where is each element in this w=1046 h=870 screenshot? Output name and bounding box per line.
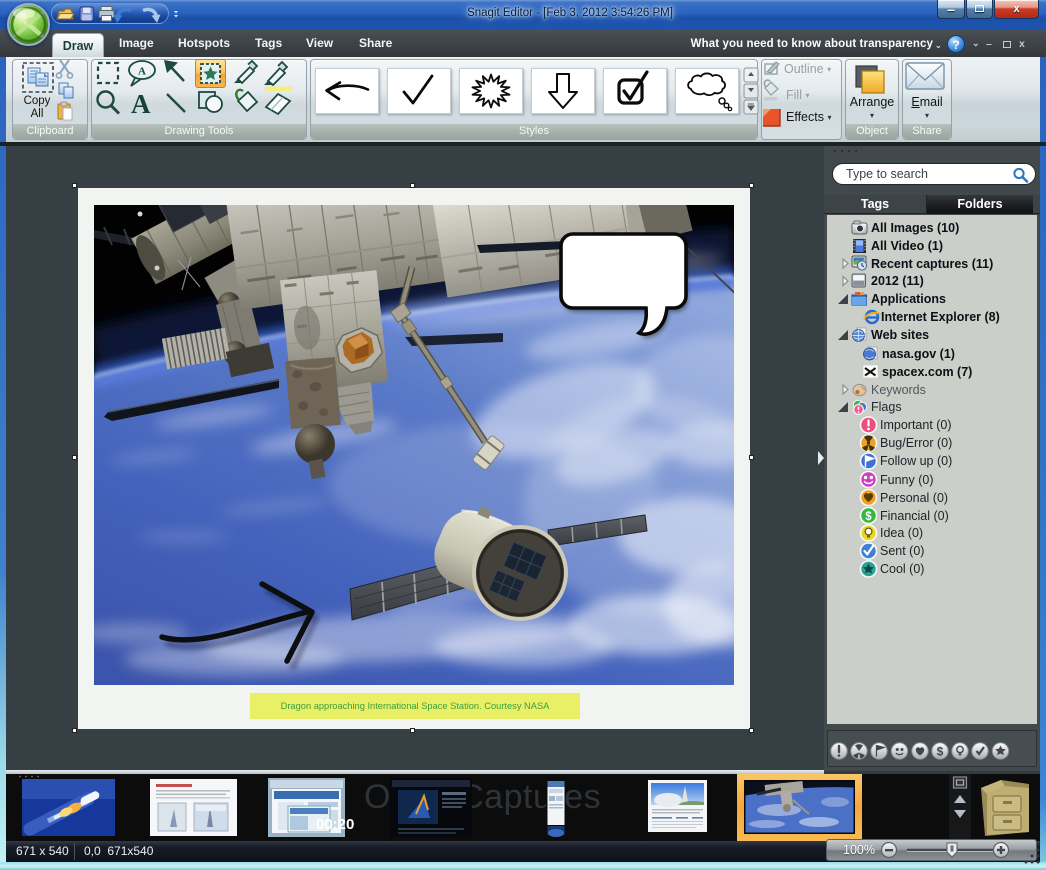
svg-text:A: A [131,89,151,119]
svg-text:00:20: 00:20 [316,816,354,833]
svg-text:$: $ [865,511,872,523]
svg-text:A: A [138,66,146,78]
svg-text:$: $ [937,745,944,759]
